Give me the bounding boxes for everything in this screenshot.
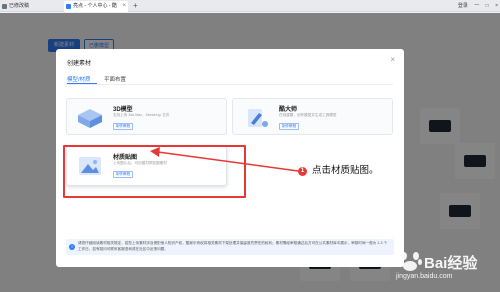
watermark-url: jingyan.baidu.com <box>396 273 453 280</box>
watermark-text: Bai经验 <box>424 255 478 272</box>
step-number-badge: 1 <box>298 167 307 176</box>
annotation-callout: 点击材质贴图。 <box>308 161 392 181</box>
paw-logo-icon <box>398 252 422 271</box>
watermark: Bai经验 jingyan.baidu.com <box>394 246 496 286</box>
